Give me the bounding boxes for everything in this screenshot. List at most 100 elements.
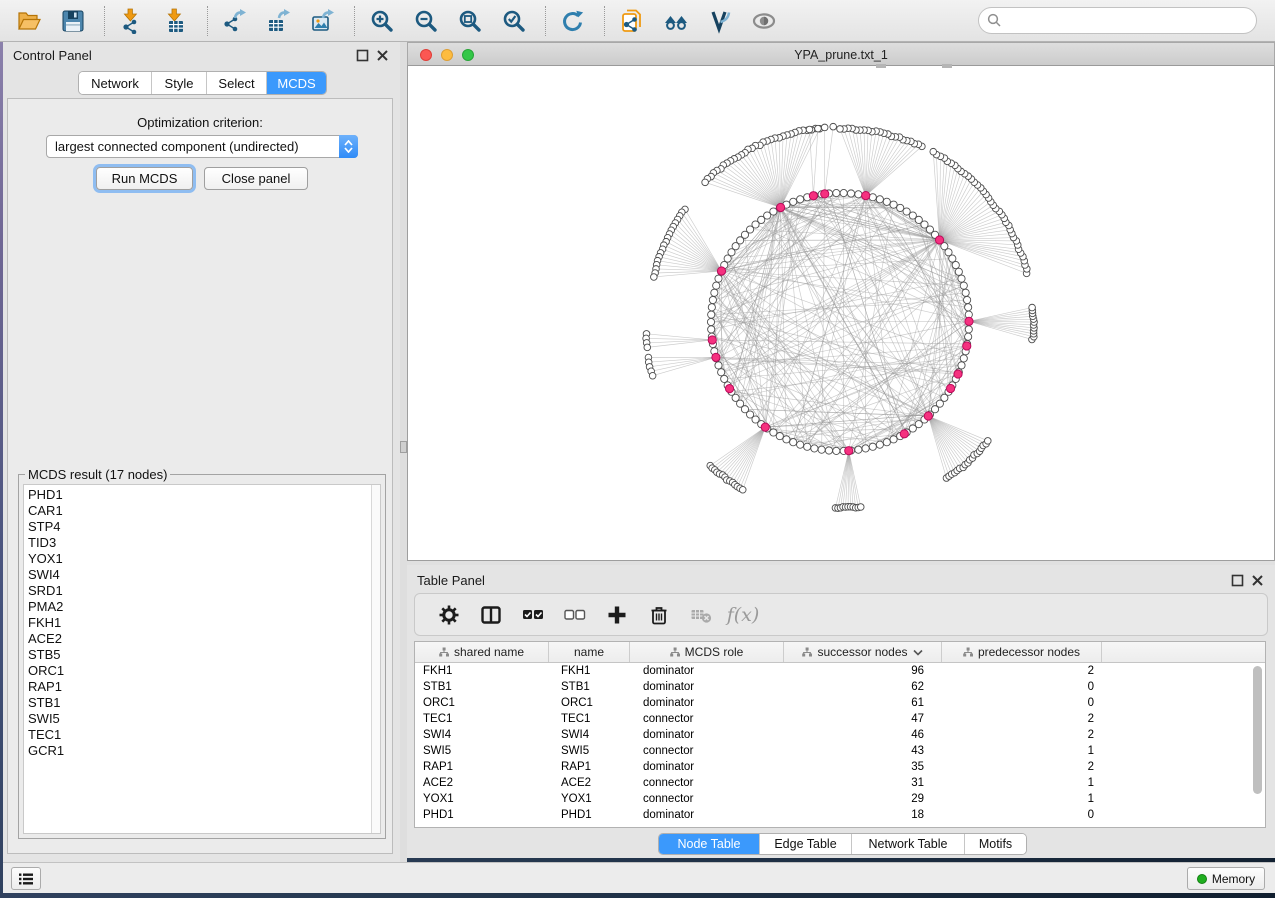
table-row-SWI4[interactable]: SWI4SWI4dominator462: [415, 727, 1265, 743]
save-session-button[interactable]: [56, 4, 90, 38]
selected-mcds-node[interactable]: [845, 447, 853, 455]
table-row-STB1[interactable]: STB1STB1dominator620: [415, 679, 1265, 695]
result-node-item[interactable]: RAP1: [24, 679, 380, 695]
result-node-item[interactable]: CAR1: [24, 503, 380, 519]
vertical-splitter[interactable]: [400, 42, 407, 862]
export-network-button[interactable]: [218, 4, 252, 38]
deselect-all-columns-button[interactable]: [557, 598, 593, 632]
zoom-in-button[interactable]: [365, 4, 399, 38]
table-row-TEC1[interactable]: TEC1TEC1connector472: [415, 711, 1265, 727]
selected-mcds-node[interactable]: [809, 192, 817, 200]
tab-network[interactable]: Network: [79, 72, 151, 94]
result-node-item[interactable]: STP4: [24, 519, 380, 535]
zoom-out-button[interactable]: [409, 4, 443, 38]
selected-mcds-node[interactable]: [924, 412, 932, 420]
tab-edge-table[interactable]: Edge Table: [759, 834, 851, 854]
selected-mcds-node[interactable]: [821, 190, 829, 198]
search-field[interactable]: [978, 7, 1257, 34]
table-panel: Table Panel f(x) shared namename MCDS ro…: [407, 565, 1275, 858]
tab-select[interactable]: Select: [206, 72, 266, 94]
result-node-item[interactable]: TEC1: [24, 727, 380, 743]
result-node-item[interactable]: YOX1: [24, 551, 380, 567]
export-image-button[interactable]: [306, 4, 340, 38]
selected-mcds-node[interactable]: [935, 236, 943, 244]
node-table[interactable]: shared namename MCDS role successor node…: [414, 641, 1266, 828]
close-table-panel-icon[interactable]: [1251, 574, 1264, 587]
apply-layout-button[interactable]: [556, 4, 590, 38]
selected-mcds-node[interactable]: [717, 267, 725, 275]
selected-mcds-node[interactable]: [862, 191, 870, 199]
optimization-criterion-select[interactable]: largest connected component (undirected): [46, 135, 358, 158]
result-node-item[interactable]: STB5: [24, 647, 380, 663]
search-input[interactable]: [1002, 13, 1256, 28]
selected-mcds-node[interactable]: [954, 370, 962, 378]
float-panel-icon[interactable]: [356, 49, 369, 62]
export-table-button[interactable]: [262, 4, 296, 38]
selected-mcds-node[interactable]: [946, 384, 954, 392]
tab-style[interactable]: Style: [151, 72, 206, 94]
result-node-item[interactable]: TID3: [24, 535, 380, 551]
zoom-selected-button[interactable]: [497, 4, 531, 38]
table-row-PHD1[interactable]: PHD1PHD1dominator180: [415, 807, 1265, 823]
result-node-item[interactable]: PMA2: [24, 599, 380, 615]
splitter-handle[interactable]: [400, 441, 407, 453]
selected-mcds-node[interactable]: [900, 430, 908, 438]
table-row-YOX1[interactable]: YOX1YOX1connector291: [415, 791, 1265, 807]
tab-network-table[interactable]: Network Table: [851, 834, 964, 854]
table-row-SWI5[interactable]: SWI5SWI5connector431: [415, 743, 1265, 759]
zoom-fit-button[interactable]: [453, 4, 487, 38]
result-node-item[interactable]: GCR1: [24, 743, 380, 759]
mcds-result-list[interactable]: PHD1CAR1STP4TID3YOX1SWI4SRD1PMA2FKH1ACE2…: [23, 484, 381, 834]
column-header-successor-nodes[interactable]: successor nodes: [784, 642, 942, 662]
table-row-ACE2[interactable]: ACE2ACE2connector311: [415, 775, 1265, 791]
selected-mcds-node[interactable]: [965, 317, 973, 325]
task-history-button[interactable]: [11, 867, 41, 890]
result-node-item[interactable]: SWI5: [24, 711, 380, 727]
result-list-scrollbar[interactable]: [371, 485, 380, 833]
table-scrollbar-thumb[interactable]: [1253, 666, 1262, 794]
tab-motifs[interactable]: Motifs: [964, 834, 1026, 854]
close-panel-icon[interactable]: [376, 49, 389, 62]
column-header-name[interactable]: name: [549, 642, 630, 662]
result-node-item[interactable]: ORC1: [24, 663, 380, 679]
network-overview-button[interactable]: [659, 4, 693, 38]
table-settings-button[interactable]: [431, 598, 467, 632]
add-column-button[interactable]: [599, 598, 635, 632]
selected-mcds-node[interactable]: [963, 342, 971, 350]
select-all-columns-button[interactable]: [515, 598, 551, 632]
float-table-panel-icon[interactable]: [1231, 574, 1244, 587]
open-file-button[interactable]: [12, 4, 46, 38]
close-panel-button[interactable]: Close panel: [204, 167, 308, 190]
selected-mcds-node[interactable]: [725, 385, 733, 393]
result-node-item[interactable]: STB1: [24, 695, 380, 711]
tab-mcds[interactable]: MCDS: [266, 72, 326, 94]
run-mcds-button[interactable]: Run MCDS: [96, 167, 193, 190]
clone-network-button[interactable]: [615, 4, 649, 38]
column-header-shared-name[interactable]: shared name: [415, 642, 549, 662]
selected-mcds-node[interactable]: [777, 203, 785, 211]
toggle-panel-columns-button[interactable]: [473, 598, 509, 632]
search-icon: [987, 13, 1002, 28]
show-hide-button[interactable]: [747, 4, 781, 38]
import-network-button[interactable]: [115, 4, 149, 38]
selected-mcds-node[interactable]: [708, 336, 716, 344]
network-canvas[interactable]: [407, 66, 1275, 561]
result-node-item[interactable]: SWI4: [24, 567, 380, 583]
table-row-FKH1[interactable]: FKH1FKH1dominator962: [415, 663, 1265, 679]
selected-mcds-node[interactable]: [712, 353, 720, 361]
delete-column-button[interactable]: [641, 598, 677, 632]
result-node-item[interactable]: ACE2: [24, 631, 380, 647]
column-header-predecessor-nodes[interactable]: predecessor nodes: [942, 642, 1102, 662]
table-row-RAP1[interactable]: RAP1RAP1dominator352: [415, 759, 1265, 775]
import-table-button[interactable]: [159, 4, 193, 38]
result-node-item[interactable]: SRD1: [24, 583, 380, 599]
memory-button[interactable]: Memory: [1187, 867, 1265, 890]
result-node-item[interactable]: FKH1: [24, 615, 380, 631]
vizmapper-button[interactable]: [703, 4, 737, 38]
result-node-item[interactable]: PHD1: [24, 487, 380, 503]
selected-mcds-node[interactable]: [761, 423, 769, 431]
tab-node-table[interactable]: Node Table: [659, 834, 759, 854]
column-header-MCDS-role[interactable]: MCDS role: [630, 642, 784, 662]
table-row-ORC1[interactable]: ORC1ORC1dominator610: [415, 695, 1265, 711]
network-graph[interactable]: [408, 66, 1274, 559]
